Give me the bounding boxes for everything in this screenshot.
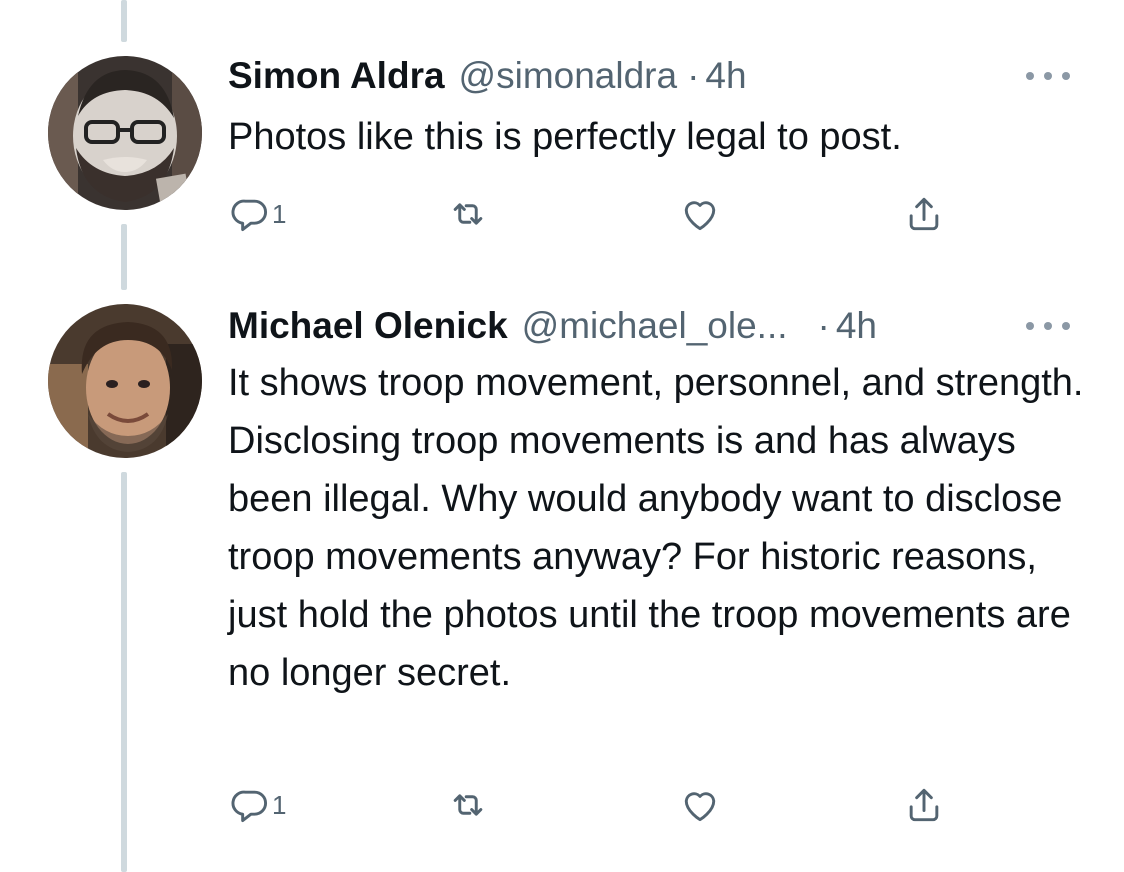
share-icon xyxy=(909,788,939,822)
like-button[interactable] xyxy=(678,780,722,830)
tweet-header: Simon Aldra @simonaldra · 4h xyxy=(228,53,1084,99)
tweet[interactable]: Simon Aldra @simonaldra · 4h Photos like… xyxy=(0,0,1124,260)
avatar-photo-image xyxy=(48,304,202,458)
display-name[interactable]: Michael Olenick xyxy=(228,305,508,347)
reply-count: 1 xyxy=(272,198,287,229)
tweet-actions: 1 xyxy=(228,780,968,830)
share-icon xyxy=(909,197,939,231)
like-button[interactable] xyxy=(678,189,722,239)
timestamp[interactable]: 4h xyxy=(705,55,746,97)
share-button[interactable] xyxy=(902,189,946,239)
heart-icon xyxy=(684,792,716,822)
tweet-header: Michael Olenick @michael_ole... · 4h xyxy=(228,303,1084,349)
timestamp[interactable]: 4h xyxy=(836,305,877,347)
retweet-button[interactable] xyxy=(446,189,490,239)
reply-icon xyxy=(231,790,267,823)
retweet-button[interactable] xyxy=(446,780,490,830)
reply-button[interactable]: 1 xyxy=(228,189,286,239)
avatar[interactable] xyxy=(48,56,202,210)
user-handle[interactable]: @michael_ole... xyxy=(522,305,788,347)
retweet-icon xyxy=(453,203,483,225)
separator-dot: · xyxy=(817,305,830,346)
retweet-icon xyxy=(453,794,483,816)
tweet-text: It shows troop movement, personnel, and … xyxy=(228,362,1084,694)
reply-button[interactable]: 1 xyxy=(228,780,286,830)
tweet-text: Photos like this is perfectly legal to p… xyxy=(228,116,902,158)
tweet-actions: 1 xyxy=(228,189,968,239)
tweet[interactable]: Michael Olenick @michael_ole... · 4h It … xyxy=(0,290,1124,872)
more-icon[interactable] xyxy=(1026,316,1070,336)
avatar[interactable] xyxy=(48,304,202,458)
heart-icon xyxy=(684,201,716,231)
user-handle[interactable]: @simonaldra xyxy=(459,55,678,97)
more-icon[interactable] xyxy=(1026,66,1070,86)
avatar-caricature-image xyxy=(48,56,202,210)
share-button[interactable] xyxy=(902,780,946,830)
display-name[interactable]: Simon Aldra xyxy=(228,55,445,97)
reply-icon xyxy=(231,199,267,232)
separator-dot: · xyxy=(687,55,700,96)
reply-count: 1 xyxy=(272,789,287,820)
